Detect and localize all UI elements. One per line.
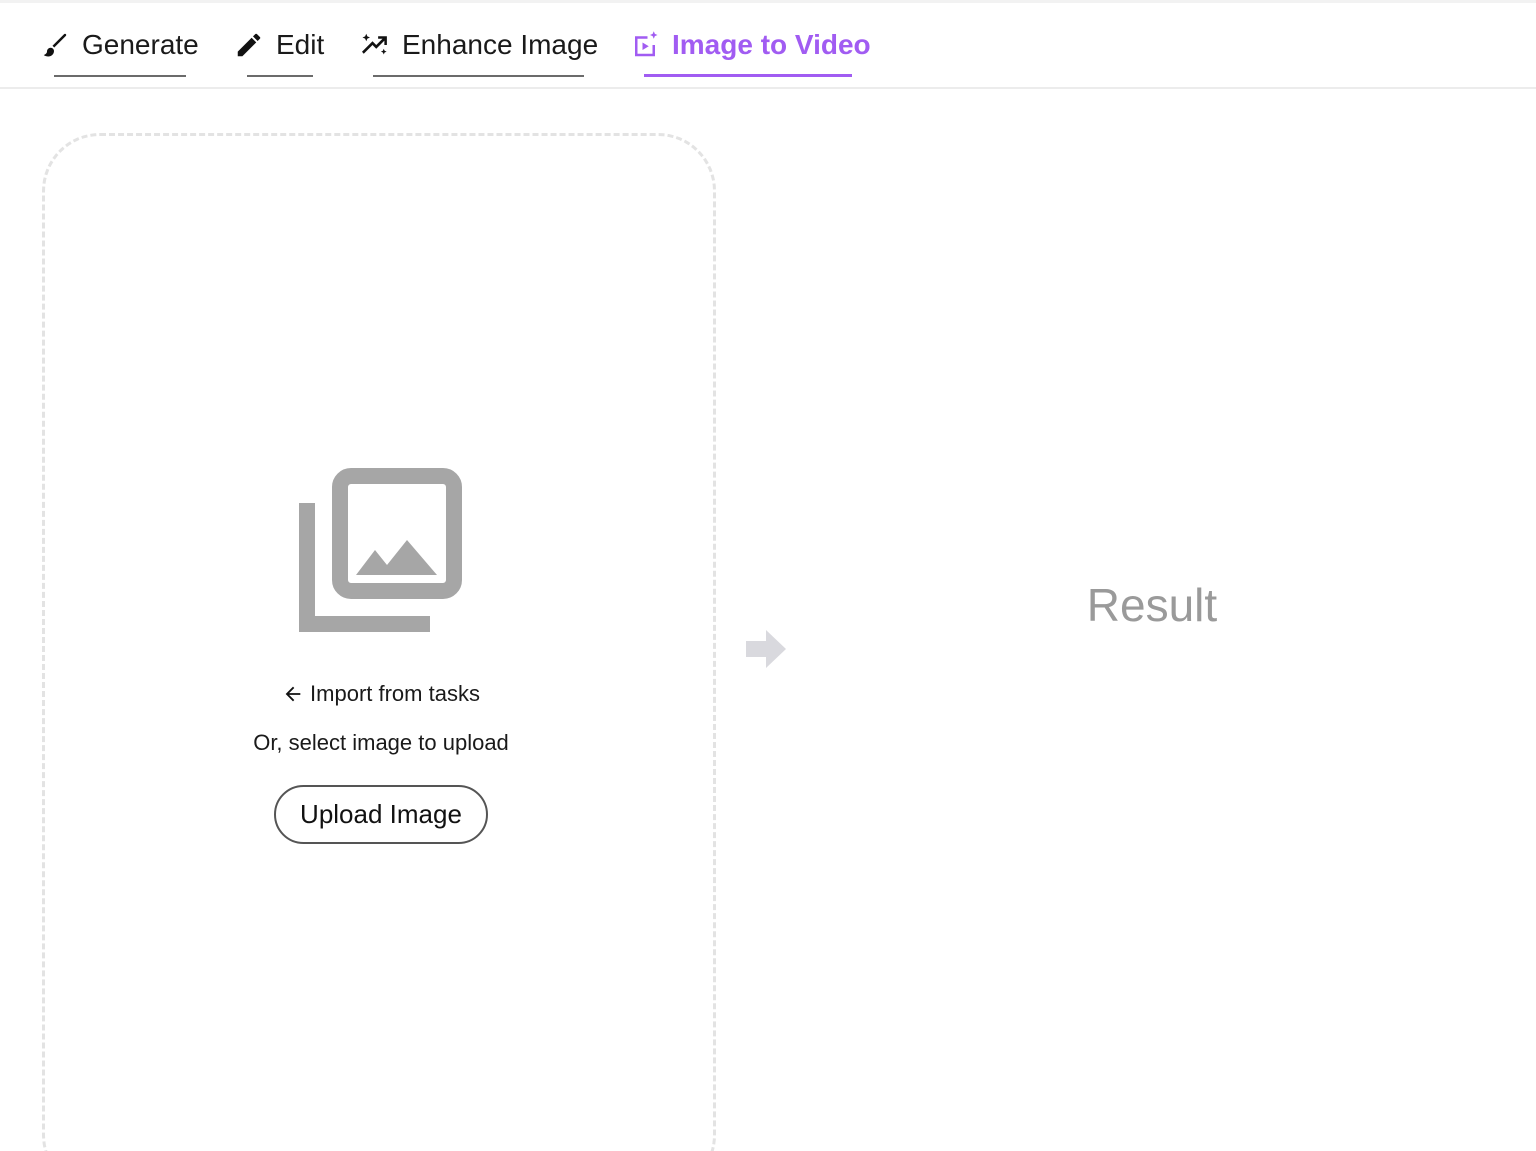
tab-generate[interactable]: Generate — [40, 3, 199, 87]
select-image-text: Or, select image to upload — [253, 730, 509, 755]
enhance-icon — [360, 30, 390, 60]
tab-edit[interactable]: Edit — [234, 3, 324, 87]
import-from-tasks-link[interactable]: Import from tasks — [240, 676, 522, 712]
tab-label: Edit — [276, 29, 325, 60]
video-sparkle-icon — [630, 30, 660, 60]
tab-underline — [247, 75, 313, 77]
tab-underline — [644, 74, 852, 77]
tab-enhance-image[interactable]: Enhance Image — [360, 3, 598, 87]
arrow-right-icon — [744, 628, 788, 670]
pencil-icon — [234, 30, 264, 60]
import-label: Import from tasks — [310, 681, 480, 706]
result-placeholder: Result — [1086, 579, 1218, 631]
tab-label: Image to Video — [672, 29, 871, 60]
upload-image-button[interactable]: Upload Image — [274, 785, 488, 844]
tab-label: Generate — [82, 29, 199, 60]
tab-image-to-video[interactable]: Image to Video — [630, 3, 871, 87]
upload-dropzone[interactable] — [42, 133, 716, 1151]
brush-icon — [40, 30, 70, 60]
app-page: Generate Edit Enhance Image Image to Vid… — [0, 0, 1536, 1151]
tab-underline — [373, 75, 584, 77]
arrow-left-icon — [282, 683, 304, 705]
tab-label: Enhance Image — [402, 29, 599, 60]
tab-underline — [54, 75, 186, 77]
image-stack-icon — [296, 466, 466, 636]
tab-bar: Generate Edit Enhance Image Image to Vid… — [0, 3, 1536, 89]
